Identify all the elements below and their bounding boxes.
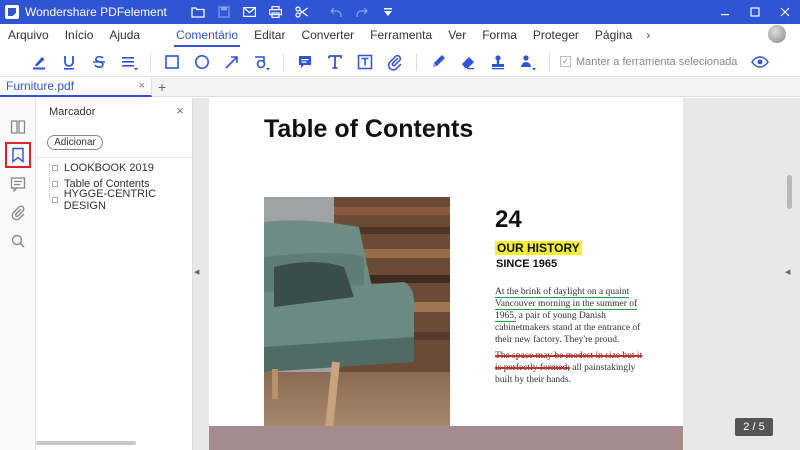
attachment-icon[interactable]: [380, 48, 410, 76]
menu-editar[interactable]: Editar: [246, 24, 293, 46]
menu-arquivo[interactable]: Arquivo: [0, 24, 57, 46]
app-name: Wondershare PDFelement: [25, 5, 167, 19]
page-bottom-band: [209, 426, 683, 450]
underline-icon[interactable]: [54, 48, 84, 76]
toolbar-divider: [150, 52, 151, 71]
user-avatar[interactable]: [768, 25, 786, 43]
bookmark-node-icon: [52, 181, 58, 187]
tab-furniture-pdf[interactable]: Furniture.pdf ×: [0, 77, 152, 97]
signature-dropdown-icon[interactable]: [513, 48, 543, 76]
keep-tool-label: Manter a ferramenta selecionada: [576, 55, 738, 68]
since-heading: SINCE 1965: [496, 258, 558, 270]
add-tab-icon[interactable]: +: [158, 79, 166, 95]
menu-converter[interactable]: Converter: [293, 24, 362, 46]
toolbar-divider: [283, 52, 284, 71]
bookmark-item[interactable]: HYGGE-CENTRIC DESIGN: [46, 188, 192, 212]
thumbnails-icon[interactable]: [5, 114, 31, 140]
scrollbar-thumb[interactable]: [787, 175, 792, 209]
menu-proteger[interactable]: Proteger: [525, 24, 587, 46]
comments-icon[interactable]: [5, 171, 31, 197]
menu-ferramenta[interactable]: Ferramenta: [362, 24, 440, 46]
text-icon[interactable]: [320, 48, 350, 76]
menu-forma[interactable]: Forma: [474, 24, 525, 46]
menu-bar: Arquivo Início Ajuda Comentário Editar C…: [0, 24, 800, 47]
bookmark-node-icon: [52, 197, 58, 203]
armchair-illustration: [264, 197, 450, 450]
eraser-icon[interactable]: [453, 48, 483, 76]
menu-inicio[interactable]: Início: [57, 24, 102, 46]
document-view: ◀ Table of Contents 24 OUR HISTORY SINCE…: [193, 98, 800, 450]
open-folder-icon[interactable]: [185, 0, 211, 24]
menu-ajuda[interactable]: Ajuda: [101, 24, 148, 46]
maximize-icon[interactable]: [740, 0, 770, 24]
redo-icon[interactable]: [349, 0, 375, 24]
paragraph-space: The space may be modest in size but it i…: [495, 350, 645, 386]
menu-comentario[interactable]: Comentário: [168, 24, 246, 47]
menu-pagina[interactable]: Página: [587, 24, 640, 46]
attachments-panel-icon[interactable]: [5, 200, 31, 226]
highlight-icon[interactable]: [24, 48, 54, 76]
tab-close-icon[interactable]: ×: [139, 80, 145, 92]
bookmark-panel: Marcador × Adicionar LOOKBOOK 2019 Table…: [36, 98, 193, 450]
left-rail: [0, 98, 36, 450]
keep-tool-checkbox[interactable]: ✓: [560, 56, 571, 67]
menu-ver[interactable]: Ver: [440, 24, 474, 46]
keep-tool-selected-option[interactable]: ✓ Manter a ferramenta selecionada: [560, 56, 737, 68]
page-indicator: 2 / 5: [735, 418, 773, 436]
page-number-label: 24: [495, 206, 522, 233]
highlighted-heading: OUR HISTORY: [495, 241, 582, 255]
ellipse-icon[interactable]: [187, 48, 217, 76]
tab-label: Furniture.pdf: [6, 79, 75, 93]
quick-access-dropdown-icon[interactable]: [375, 0, 401, 24]
armchair-photo: [264, 197, 450, 450]
window-controls: [710, 0, 800, 24]
pencil-icon[interactable]: [423, 48, 453, 76]
toolbar-divider: [549, 52, 550, 71]
document-tabs: Furniture.pdf × +: [0, 77, 800, 97]
bookmark-item[interactable]: LOOKBOOK 2019: [46, 160, 192, 176]
strikethrough-icon[interactable]: [84, 48, 114, 76]
panel-horizontal-scrollbar[interactable]: [36, 441, 136, 445]
panel-close-icon[interactable]: ×: [176, 103, 184, 118]
minimize-icon[interactable]: [710, 0, 740, 24]
title-bar: Wondershare PDFelement: [0, 0, 800, 24]
comment-toolbar: ✓ Manter a ferramenta selecionada: [0, 47, 800, 77]
rectangle-icon[interactable]: [157, 48, 187, 76]
save-icon[interactable]: [211, 0, 237, 24]
bookmark-label: HYGGE-CENTRIC DESIGN: [63, 188, 157, 212]
undo-icon[interactable]: [323, 0, 349, 24]
toolbar-divider: [416, 52, 417, 71]
vertical-scrollbar[interactable]: [784, 98, 794, 450]
bookmark-node-icon: [52, 165, 58, 171]
paragraph-history: At the brink of daylight on a quaint Van…: [495, 286, 645, 346]
panel-divider: [36, 157, 193, 158]
arrow-icon[interactable]: [217, 48, 247, 76]
page-heading: Table of Contents: [264, 115, 474, 143]
stamp-icon[interactable]: [483, 48, 513, 76]
bookmark-list: LOOKBOOK 2019 Table of Contents HYGGE-CE…: [46, 160, 192, 212]
line-style-dropdown-icon[interactable]: [114, 48, 144, 76]
app-logo-icon: [5, 5, 19, 19]
scissors-icon[interactable]: [289, 0, 315, 24]
paragraph-text: a pair of young Danish cabinetmakers sta…: [495, 311, 641, 345]
search-icon[interactable]: [5, 228, 31, 254]
bookmark-icon[interactable]: [5, 142, 31, 168]
bookmark-label: LOOKBOOK 2019: [64, 162, 154, 174]
mail-icon[interactable]: [237, 0, 263, 24]
print-icon[interactable]: [263, 0, 289, 24]
panel-title: Marcador: [49, 106, 96, 118]
pdf-page: Table of Contents 24 OUR HISTORY SINCE 1…: [209, 98, 683, 450]
text-box-icon[interactable]: [350, 48, 380, 76]
shapes-dropdown-icon[interactable]: [247, 48, 277, 76]
add-bookmark-button[interactable]: Adicionar: [47, 135, 103, 150]
note-icon[interactable]: [290, 48, 320, 76]
close-icon[interactable]: [770, 0, 800, 24]
eye-icon[interactable]: [745, 48, 775, 76]
collapse-panel-left-icon[interactable]: ◀: [194, 268, 200, 278]
menu-more-chevron-icon[interactable]: ›: [640, 28, 656, 42]
